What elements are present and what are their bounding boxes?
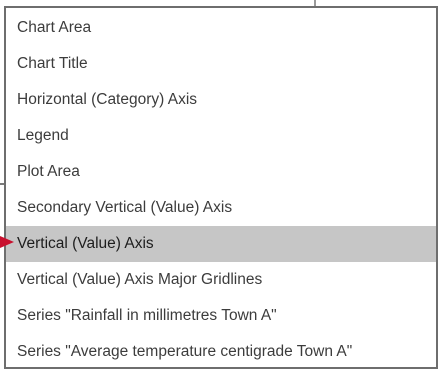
chart-element-picker-screenshot: Chart Area Chart Title Horizontal (Categ… <box>0 0 444 371</box>
list-item-label: Series "Rainfall in millimetres Town A" <box>17 307 277 324</box>
list-item-label: Vertical (Value) Axis Major Gridlines <box>17 271 263 288</box>
list-item-label: Series "Average temperature centigrade T… <box>17 343 353 360</box>
list-item-label: Horizontal (Category) Axis <box>17 91 198 108</box>
list-item-horizontal-category-axis[interactable]: Horizontal (Category) Axis <box>6 82 436 118</box>
list-item-vertical-value-axis-selected[interactable]: Vertical (Value) Axis <box>6 226 436 262</box>
list-item-plot-area[interactable]: Plot Area <box>6 154 436 190</box>
list-item-label: Plot Area <box>17 163 80 180</box>
list-item-label: Legend <box>17 127 69 144</box>
list-item-label: Chart Title <box>17 55 88 72</box>
arrow-right-icon <box>0 236 14 248</box>
list-item-label: Vertical (Value) Axis <box>17 235 154 252</box>
chart-elements-dropdown-list[interactable]: Chart Area Chart Title Horizontal (Categ… <box>4 6 438 369</box>
list-item-label: Secondary Vertical (Value) Axis <box>17 199 233 216</box>
list-item-series-rainfall[interactable]: Series "Rainfall in millimetres Town A" <box>6 298 436 334</box>
list-item-chart-area[interactable]: Chart Area <box>6 10 436 46</box>
list-item-legend[interactable]: Legend <box>6 118 436 154</box>
list-item-chart-title[interactable]: Chart Title <box>6 46 436 82</box>
list-item-secondary-vertical-value-axis[interactable]: Secondary Vertical (Value) Axis <box>6 190 436 226</box>
list-item-vertical-value-axis-major-gridlines[interactable]: Vertical (Value) Axis Major Gridlines <box>6 262 436 298</box>
list-item-label: Chart Area <box>17 19 92 36</box>
list-item-series-average-temperature[interactable]: Series "Average temperature centigrade T… <box>6 334 436 370</box>
